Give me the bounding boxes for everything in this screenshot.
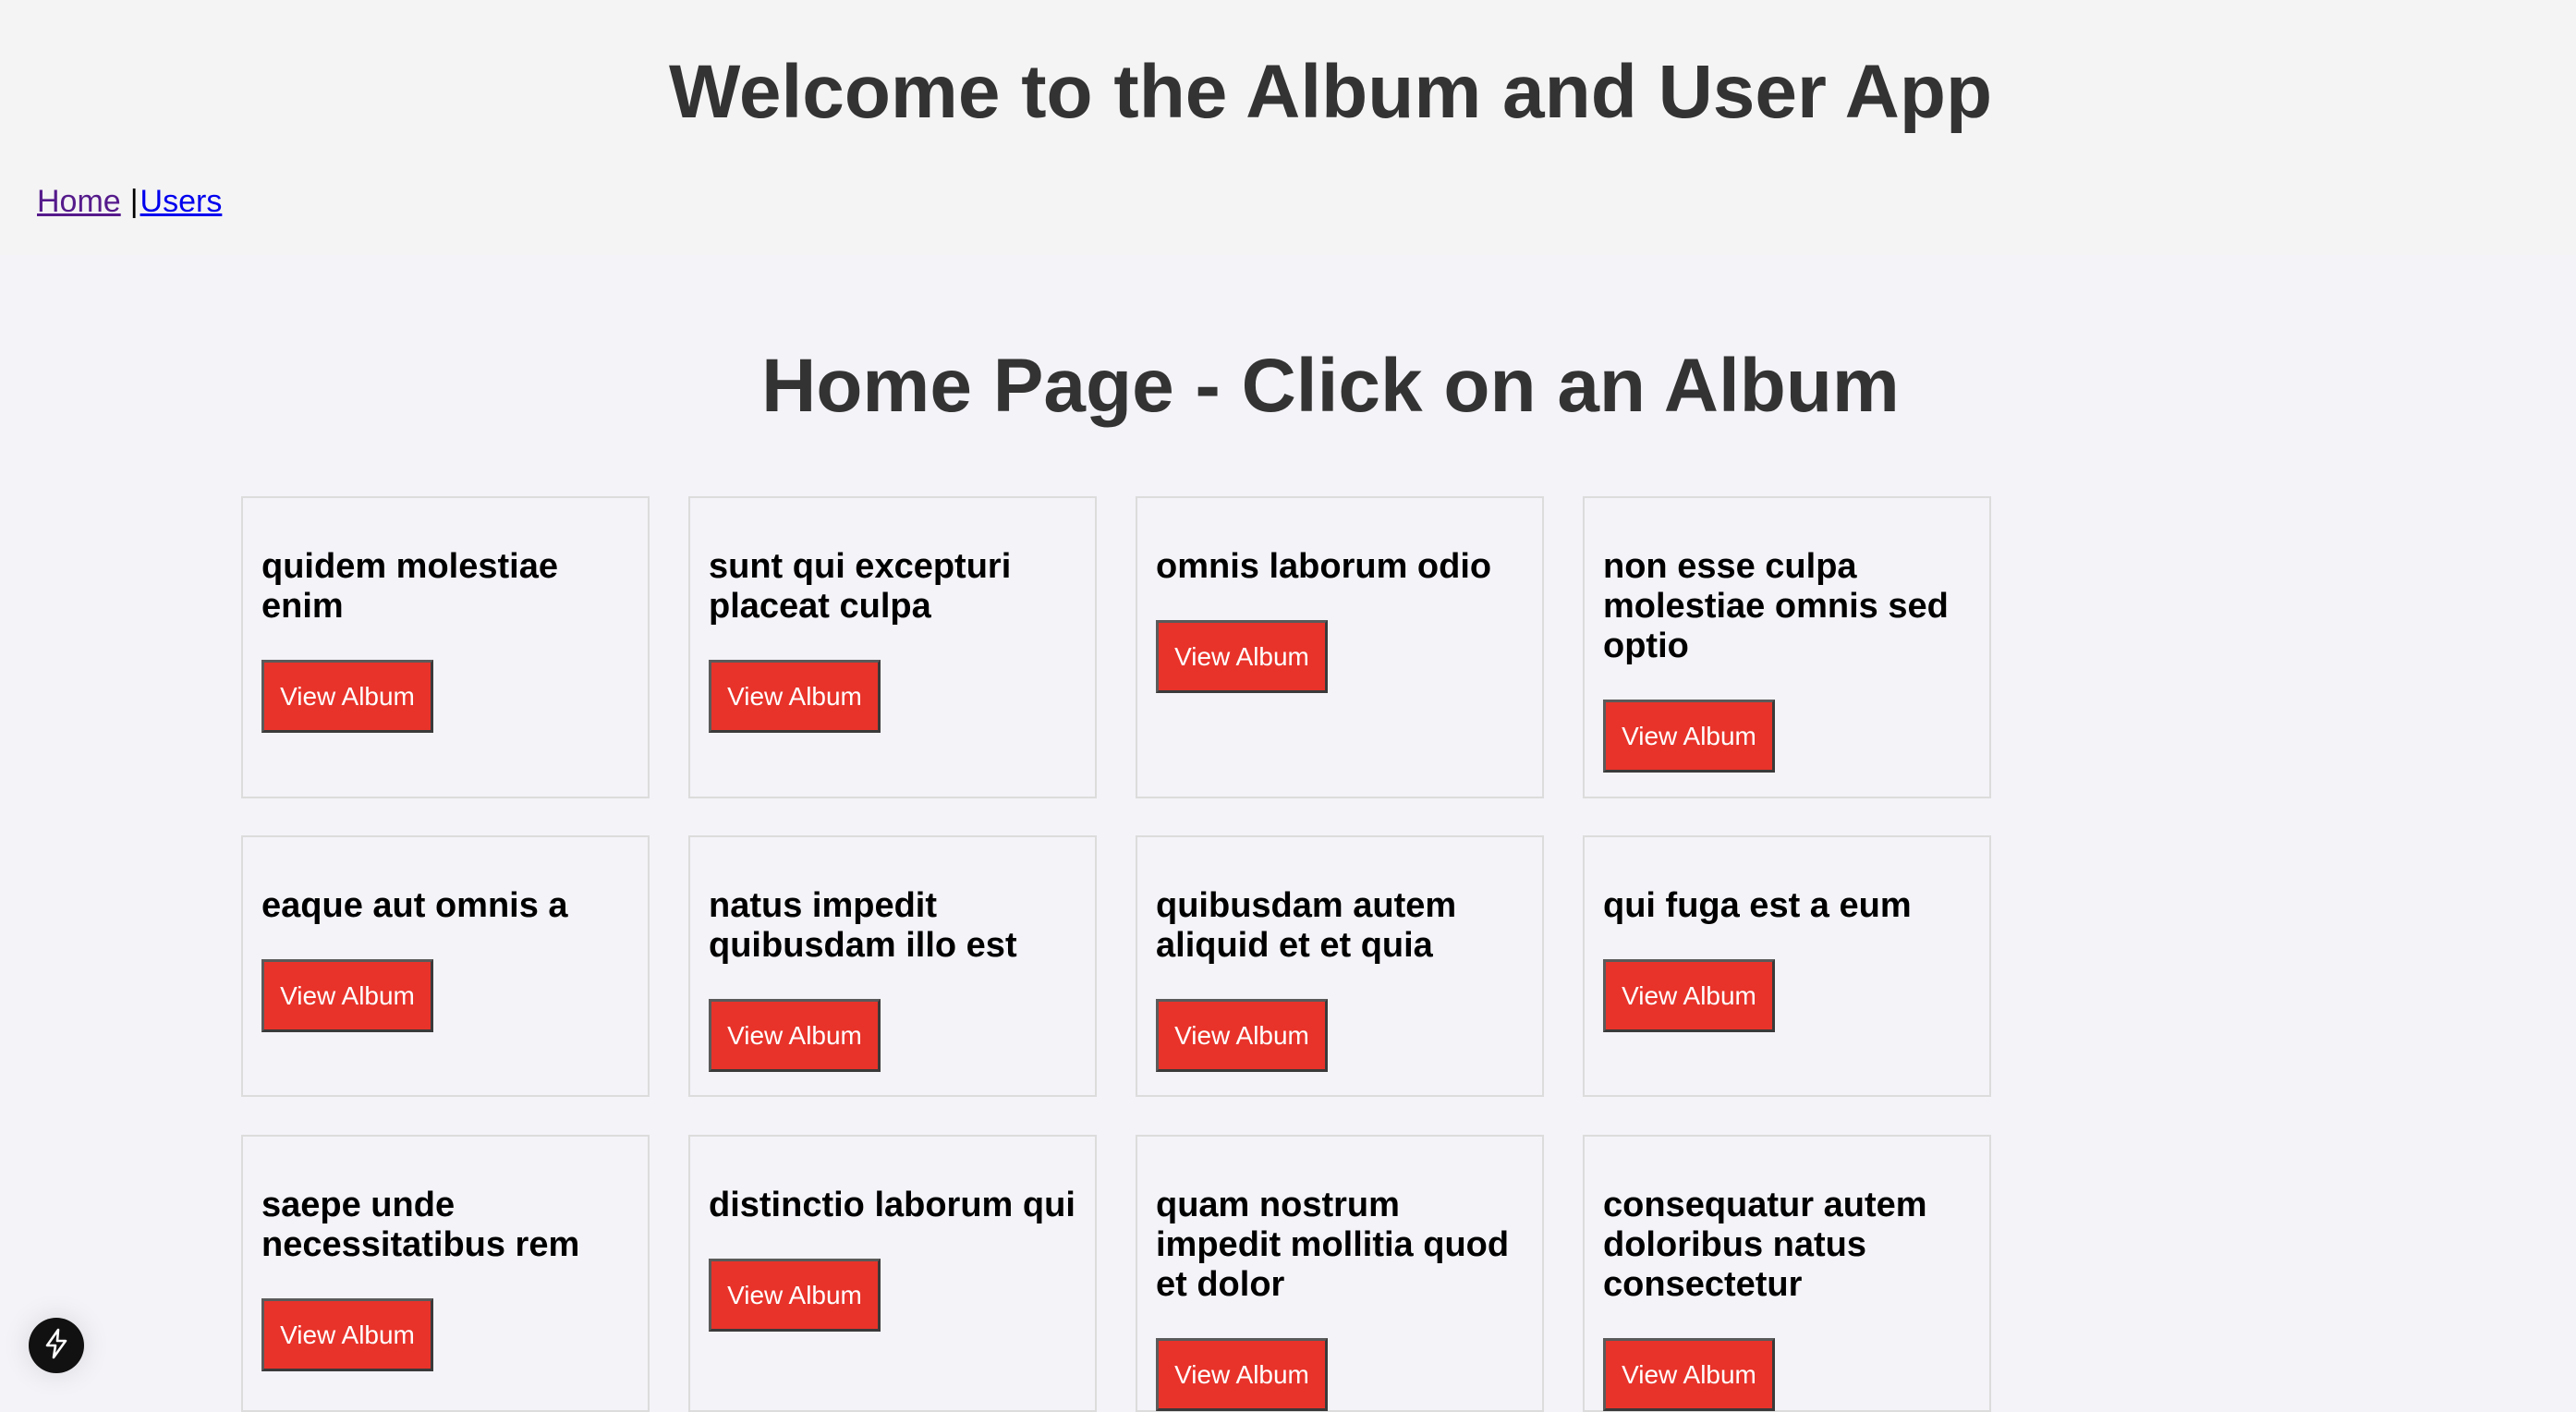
album-title: consequatur autem doloribus natus consec… [1603,1186,1927,1304]
nav-link-users[interactable]: Users [140,184,223,219]
album-title: saepe unde necessitatibus rem [261,1186,580,1264]
album-title: natus impedit quibusdam illo est [709,886,1017,965]
view-album-button[interactable]: View Album [1603,959,1775,1032]
album-title: quam nostrum impedit mollitia quod et do… [1156,1186,1510,1304]
site-header: Welcome to the Album and User App Home |U… [0,0,2576,255]
album-card: eaque aut omnis a View Album [241,835,650,1097]
view-album-button[interactable]: View Album [709,999,881,1072]
album-card: quibusdam autem aliquid et et quia View … [1136,835,1544,1097]
view-album-button[interactable]: View Album [261,959,433,1032]
album-title: quidem molestiae enim [261,547,558,626]
album-card: quam nostrum impedit mollitia quod et do… [1136,1135,1544,1412]
lightning-bolt-icon [43,1328,70,1364]
album-card: sunt qui excepturi placeat culpa View Al… [688,496,1097,798]
nav-separator: | [129,184,139,219]
album-card: omnis laborum odio View Album [1136,496,1544,798]
album-card: natus impedit quibusdam illo est View Al… [688,835,1097,1097]
view-album-button[interactable]: View Album [1603,1338,1775,1411]
view-album-button[interactable]: View Album [261,660,433,733]
album-title: omnis laborum odio [1156,547,1492,586]
album-card: consequatur autem doloribus natus consec… [1583,1135,1991,1412]
album-title: qui fuga est a eum [1603,886,1912,925]
album-title: sunt qui excepturi placeat culpa [709,547,1012,626]
app-title: Welcome to the Album and User App [668,50,1993,134]
album-card: qui fuga est a eum View Album [1583,835,1991,1097]
view-album-button[interactable]: View Album [1156,620,1328,693]
view-album-button[interactable]: View Album [709,660,881,733]
view-album-button[interactable]: View Album [1603,700,1775,773]
album-title: non esse culpa molestiae omnis sed optio [1603,547,1949,665]
view-album-button[interactable]: View Album [709,1259,881,1332]
nav-link-home[interactable]: Home [37,184,121,219]
view-album-button[interactable]: View Album [1156,999,1328,1072]
page-title: Home Page - Click on an Album [761,344,1900,428]
album-title: quibusdam autem aliquid et et quia [1156,886,1457,965]
album-title: distinctio laborum qui [709,1186,1075,1224]
dev-tools-indicator[interactable] [29,1318,84,1373]
main-nav: Home |Users [37,181,222,222]
view-album-button[interactable]: View Album [1156,1338,1328,1411]
album-card: quidem molestiae enim View Album [241,496,650,798]
album-card: non esse culpa molestiae omnis sed optio… [1583,496,1991,798]
album-card: distinctio laborum qui View Album [688,1135,1097,1412]
view-album-button[interactable]: View Album [261,1298,433,1371]
album-card: saepe unde necessitatibus rem View Album [241,1135,650,1412]
album-title: eaque aut omnis a [261,886,568,925]
